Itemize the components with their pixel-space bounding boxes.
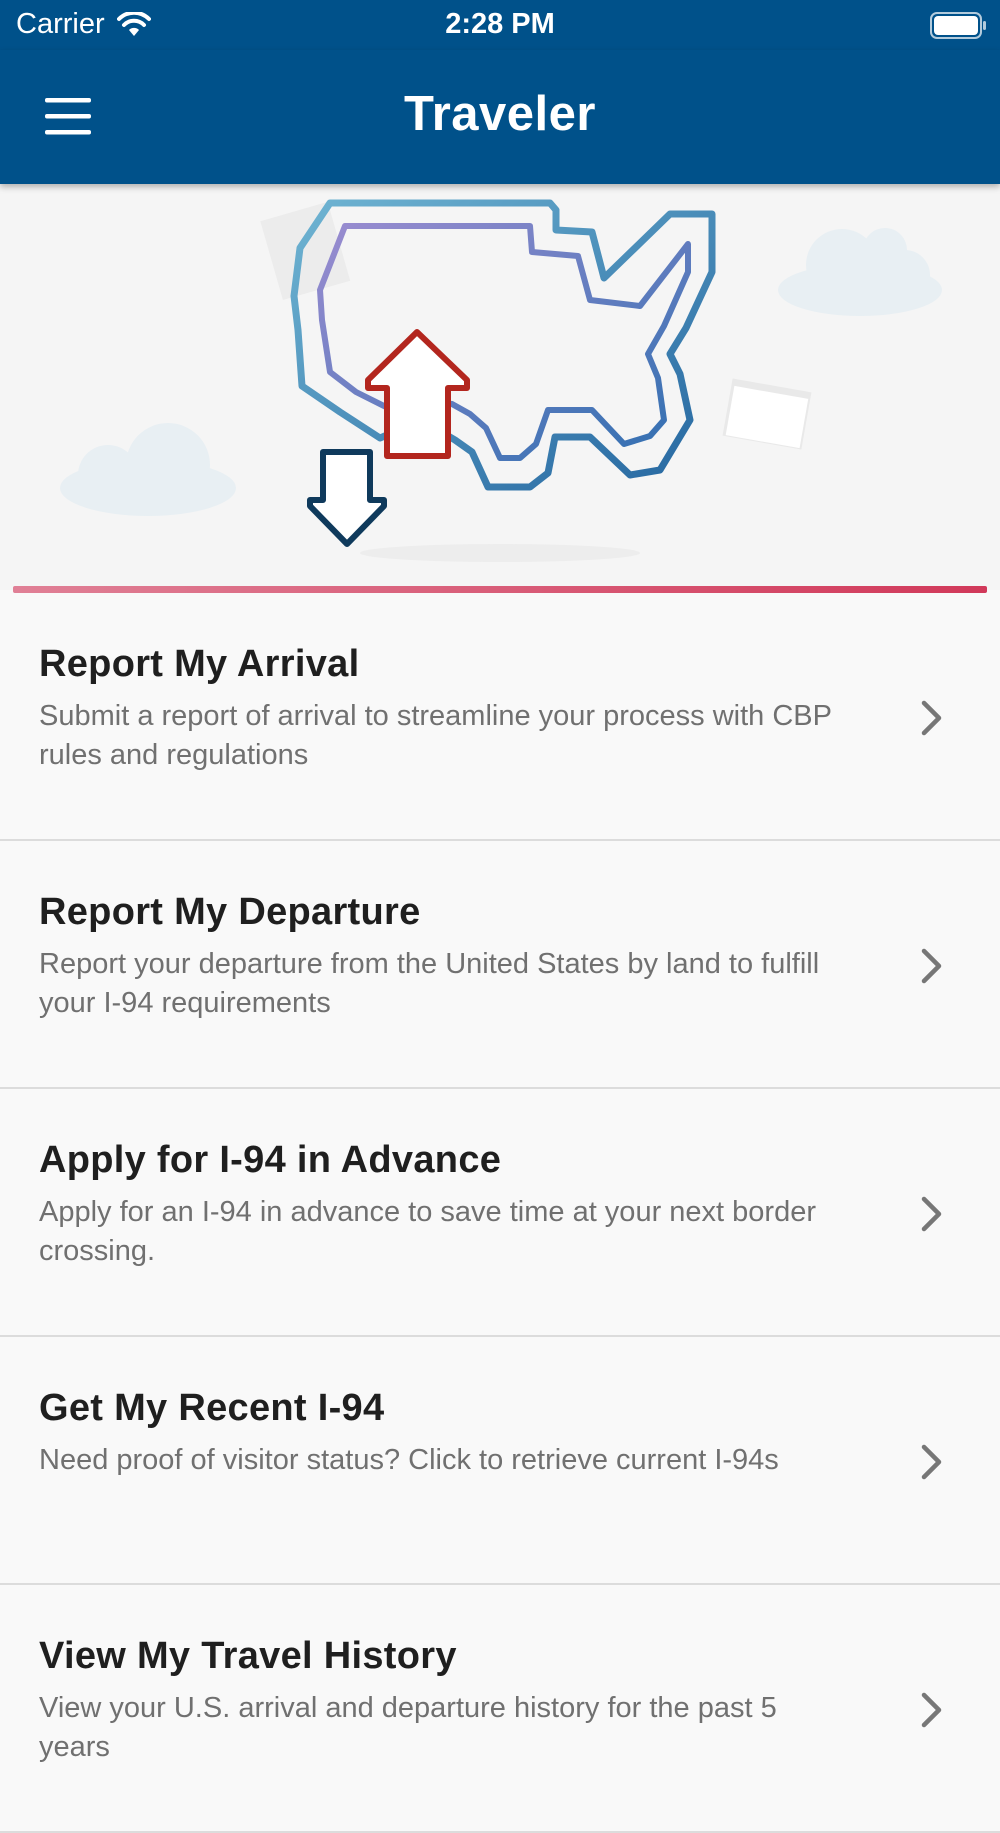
us-map-outline-outer <box>290 199 716 491</box>
menu-item-report-arrival[interactable]: Report My Arrival Submit a report of arr… <box>0 593 1000 841</box>
menu-item-report-departure[interactable]: Report My Departure Report your departur… <box>0 841 1000 1089</box>
menu-item-title: Report My Arrival <box>39 643 360 685</box>
menu-item-description: Submit a report of arrival to streamline… <box>39 700 832 771</box>
menu-item-description: Report your departure from the United St… <box>39 948 820 1019</box>
chevron-right-icon <box>921 1692 942 1728</box>
page-title: Traveler <box>404 87 596 141</box>
menu-item-description: Apply for an I-94 in advance to save tim… <box>39 1196 816 1267</box>
us-map-outline-inner <box>317 223 691 461</box>
chevron-right-icon <box>921 700 942 736</box>
accent-divider <box>13 586 987 593</box>
menu-item-travel-history[interactable]: View My Travel History View your U.S. ar… <box>0 1585 1000 1833</box>
card-decor-right <box>722 378 812 450</box>
map-shadow <box>360 544 640 562</box>
menu-item-title: Apply for I-94 in Advance <box>39 1139 502 1181</box>
hero-illustration <box>0 184 1000 590</box>
status-bar: Carrier 2:28 PM <box>0 0 1000 50</box>
menu-item-apply-i94[interactable]: Apply for I-94 in Advance Apply for an I… <box>0 1089 1000 1337</box>
navigation-bar: Traveler <box>0 50 1000 184</box>
menu-item-title: Get My Recent I-94 <box>39 1387 385 1429</box>
status-time: 2:28 PM <box>445 8 555 40</box>
chevron-right-icon <box>921 948 942 984</box>
traveler-menu-list: Report My Arrival Submit a report of arr… <box>0 593 1000 1833</box>
departure-arrow-icon <box>307 449 387 547</box>
chevron-right-icon <box>921 1444 942 1480</box>
cloud-right-icon <box>778 228 942 316</box>
menu-item-description: Need proof of visitor status? Click to r… <box>39 1444 779 1476</box>
cloud-left-icon <box>60 423 236 516</box>
menu-item-title: View My Travel History <box>39 1635 457 1677</box>
menu-item-title: Report My Departure <box>39 891 421 933</box>
us-map-travel-illustration <box>60 199 942 562</box>
battery-full-icon <box>930 12 986 39</box>
menu-item-get-recent-i94[interactable]: Get My Recent I-94 Need proof of visitor… <box>0 1337 1000 1585</box>
chevron-right-icon <box>921 1196 942 1232</box>
menu-item-description: View your U.S. arrival and departure his… <box>39 1692 777 1763</box>
